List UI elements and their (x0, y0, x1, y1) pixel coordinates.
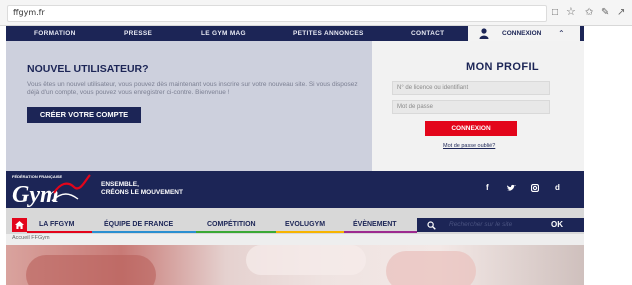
reader-icon[interactable]: □ (552, 7, 558, 19)
nav-competition[interactable]: COMPÉTITION (207, 218, 256, 232)
pen-icon[interactable]: ✎ (601, 7, 609, 19)
logo-text: Gym (12, 182, 59, 208)
home-button[interactable] (12, 218, 27, 232)
hero-image (6, 245, 584, 285)
address-bar[interactable]: ffgym.fr (7, 5, 547, 22)
top-navigation: FORMATION PRESSE LE GYM MAG PETITES ANNO… (6, 26, 584, 41)
browser-toolbar: ffgym.fr □ ☆ ✩ ✎ ↗ (0, 0, 632, 26)
create-account-button[interactable]: CRÉER VOTRE COMPTE (27, 107, 141, 123)
connexion-tab[interactable]: CONNEXION ⌃ (468, 26, 580, 41)
chevron-up-icon[interactable]: ⌃ (558, 26, 565, 41)
ffgym-logo[interactable]: FÉDÉRATION FRANÇAISE Gym (8, 171, 92, 208)
login-button[interactable]: CONNEXION (425, 121, 517, 136)
search-icon[interactable] (427, 221, 436, 230)
url-text: ffgym.fr (13, 8, 45, 17)
profile-panel: MON PROFIL N° de licence ou identifiant … (372, 41, 584, 171)
nav-gym-mag[interactable]: LE GYM MAG (201, 26, 246, 41)
accent-bar-equipe (92, 231, 196, 233)
tagline: ENSEMBLE, CRÉONS LE MOUVEMENT (101, 181, 183, 197)
new-user-text: Vous êtes un nouvel utilisateur, vous po… (27, 81, 358, 96)
tagline-line-2: CRÉONS LE MOUVEMENT (101, 189, 183, 196)
bookmark-icon[interactable]: ✩ (585, 7, 593, 19)
licence-field[interactable]: N° de licence ou identifiant (392, 81, 550, 95)
share-icon[interactable]: ↗ (617, 7, 625, 19)
accent-bar-competition (196, 231, 276, 233)
accent-bar-ffgym (27, 231, 92, 233)
nav-petites-annonces[interactable]: PETITES ANNONCES (293, 26, 364, 41)
search-bar: Rechercher sur le site OK (417, 218, 584, 232)
breadcrumb-home[interactable]: Accueil FFGym (12, 235, 50, 241)
nav-contact[interactable]: CONTACT (411, 26, 444, 41)
nav-formation[interactable]: FORMATION (34, 26, 76, 41)
nav-evenement[interactable]: ÉVÈNEMENT (353, 218, 397, 232)
nav-equipe-de-france[interactable]: ÉQUIPE DE FRANCE (104, 218, 173, 232)
profile-title: MON PROFIL (466, 61, 540, 73)
search-ok-button[interactable]: OK (551, 218, 563, 232)
instagram-icon[interactable] (531, 184, 539, 192)
twitter-icon[interactable] (507, 184, 516, 192)
dailymotion-icon[interactable]: d (555, 183, 560, 193)
password-field[interactable]: Mot de passe (392, 100, 550, 114)
logo-small-text: FÉDÉRATION FRANÇAISE (12, 174, 62, 179)
forgot-password-link[interactable]: Mot de passe oublié? (443, 143, 495, 149)
facebook-icon[interactable]: f (486, 183, 489, 193)
search-input[interactable]: Rechercher sur le site (449, 218, 512, 232)
breadcrumb: Accueil FFGym (6, 234, 584, 245)
accent-bar-evolugym (276, 231, 344, 233)
new-user-title: NOUVEL UTILISATEUR? (27, 63, 149, 75)
tagline-line-1: ENSEMBLE, (101, 181, 139, 188)
main-navigation: LA FFGYM ÉQUIPE DE FRANCE COMPÉTITION EV… (6, 208, 584, 234)
new-user-panel: NOUVEL UTILISATEUR? Vous êtes un nouvel … (6, 41, 372, 171)
home-icon (15, 221, 24, 229)
nav-evolugym[interactable]: EVOLUGYM (285, 218, 325, 232)
nav-presse[interactable]: PRESSE (124, 26, 152, 41)
connexion-label: CONNEXION (502, 30, 542, 37)
nav-la-ffgym[interactable]: LA FFGYM (39, 218, 75, 232)
accent-bar-evenement (344, 231, 417, 233)
star-icon[interactable]: ☆ (566, 6, 576, 18)
user-icon (479, 28, 489, 39)
brand-banner: FÉDÉRATION FRANÇAISE Gym ENSEMBLE, CRÉON… (6, 171, 584, 208)
